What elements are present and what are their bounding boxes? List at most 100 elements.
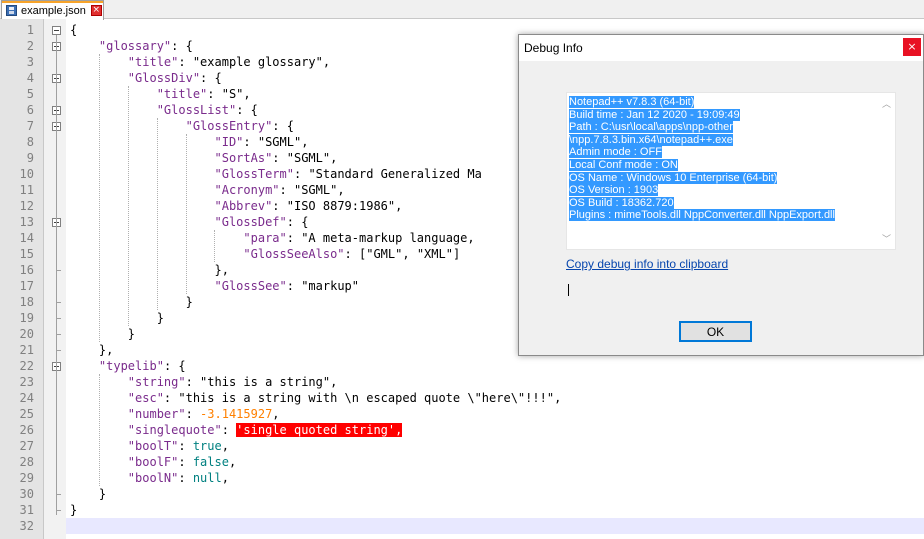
scroll-up-icon[interactable]: ︿ [882,97,891,110]
line-number: 5 [26,87,34,101]
code-token: , [402,247,417,261]
code-token: } [70,327,136,341]
code-token: : [163,391,179,405]
dialog-title: Debug Info [524,41,583,55]
dialog-titlebar[interactable]: Debug Info × [519,35,923,61]
code-text: } [70,502,77,518]
code-token: , [243,87,251,101]
code-token: "GlossSeeAlso" [243,247,345,261]
fold-end-marker [56,302,61,303]
indent-guide [185,134,187,294]
active-tab-indicator [2,1,103,3]
code-line[interactable]: 24 "esc": "this is a string with \n esca… [0,390,924,406]
vertical-scrollbar[interactable]: ︿ ﹀ [879,94,894,248]
code-token: : [221,423,237,437]
debug-info-textbox[interactable]: Notepad++ v7.8.3 (64-bit) Build time : Ja… [566,92,896,296]
scroll-down-icon[interactable]: ﹀ [882,232,891,245]
code-text: "string": "this is a string", [70,374,338,390]
debug-info-line: OS Version : 1903 [569,184,835,197]
code-token: : [272,199,287,213]
code-text: "boolN": null, [70,470,229,486]
line-number: 15 [19,247,34,261]
code-line[interactable]: 23 "string": "this is a string", [0,374,924,390]
selected-text: Plugins : mimeTools.dll NppConverter.dll… [569,209,835,222]
line-number: 3 [26,55,34,69]
code-token: : { [163,359,186,373]
code-token: "GlossEntry" [185,119,273,133]
line-number: 29 [19,471,34,485]
debug-info-line: Admin mode : OFF [569,146,835,159]
code-line[interactable]: 32 [0,518,924,534]
fold-end-marker [56,270,61,271]
code-token: , [221,439,229,453]
code-token: ] [452,247,461,261]
close-icon[interactable]: × [90,5,102,16]
indent-guide [98,374,100,486]
code-token: : [286,279,302,293]
indent-guide [214,230,216,262]
code-token: : [178,471,193,485]
code-token: : [185,407,201,421]
selected-text: OS Build : 18362.720 [569,196,674,209]
code-token: "para" [243,231,287,245]
line-number: 12 [19,199,34,213]
selected-text: Notepad++ v7.8.3 (64-bit) [569,96,695,108]
fold-toggle-icon[interactable] [52,26,61,35]
code-token: , [221,471,229,485]
code-token: : { [272,119,294,133]
code-token: : { [286,215,309,229]
code-line[interactable]: 22 "typelib": { [0,358,924,374]
code-token: : [ [344,247,367,261]
code-token: , [330,375,338,389]
selected-text: Admin mode : OFF [569,146,662,159]
code-line[interactable]: 27 "boolT": true, [0,438,924,454]
code-token: : [279,183,294,197]
code-line[interactable]: 29 "boolN": null, [0,470,924,486]
fold-end-marker [56,350,61,351]
close-icon[interactable]: × [903,38,921,56]
code-text: }, [70,342,113,358]
code-text: "SortAs": "SGML", [70,150,338,166]
code-token: , [395,199,403,213]
save-icon [6,5,17,16]
fold-end-marker [56,318,61,319]
code-text: "GlossEntry": { [70,118,294,134]
debug-info-line: Path : C:\usr\local\apps\npp-other [569,121,835,134]
ok-button[interactable]: OK [679,321,752,342]
line-number: 32 [19,519,34,533]
selected-text: \npp.7.8.3.bin.x64\notepad++.exe [569,133,733,146]
copy-debug-info-link[interactable]: Copy debug info into clipboard [566,257,728,271]
code-text: "GlossDef": { [70,214,309,230]
code-line[interactable]: 28 "boolF": false, [0,454,924,470]
line-number: 22 [19,359,34,373]
code-token: : [178,439,193,453]
code-token: "Acronym" [214,183,280,197]
code-line[interactable]: 25 "number": -3.1415927, [0,406,924,422]
code-text: "esc": "this is a string with \n escaped… [70,390,562,406]
selected-text: OS Name : Windows 10 Enterprise (64-bit) [569,171,778,184]
code-token: : [286,231,302,245]
code-line[interactable]: 31} [0,502,924,518]
indent-guide [127,86,129,326]
line-number: 30 [19,487,34,501]
code-text: } [70,326,135,342]
code-token: "title" [156,87,208,101]
tab-bar: example.json × [0,0,924,20]
text-caret [568,284,569,296]
code-text: "Acronym": "SGML", [70,182,345,198]
code-line[interactable]: 30 } [0,486,924,502]
code-token: "GlossSee" [214,279,287,293]
code-text: "typelib": { [70,358,186,374]
line-number: 1 [26,23,34,37]
tab-example-json[interactable]: example.json × [1,0,104,20]
code-line[interactable]: 26 "singlequote": 'single quoted string'… [0,422,924,438]
line-number: 21 [19,343,34,357]
code-token: "boolT" [127,439,179,453]
line-number: 19 [19,311,34,325]
line-number: 25 [19,407,34,421]
